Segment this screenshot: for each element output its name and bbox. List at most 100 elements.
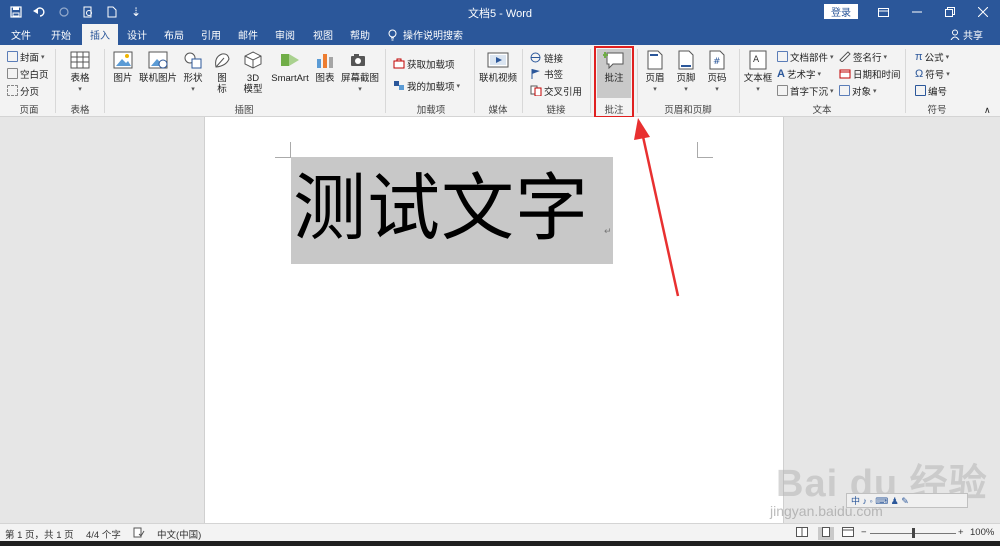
tell-me-label: 操作说明搜索 [403, 31, 463, 42]
shapes-button[interactable]: 形状 ▾ [180, 49, 206, 95]
page-count[interactable]: 第 1 页，共 1 页 [5, 527, 74, 541]
wordart-button[interactable]: A 艺术字 ▾ [777, 66, 821, 81]
dropcap-icon [777, 85, 788, 96]
header-button[interactable]: 页眉 ▾ [641, 49, 669, 95]
picture-button[interactable]: 图片 [109, 49, 137, 84]
svg-text:#: # [713, 57, 721, 67]
header-icon [644, 49, 666, 71]
icons-button[interactable]: 图 标 [211, 49, 233, 95]
blank-page-icon [7, 68, 18, 79]
zoom-out-button[interactable]: − [861, 527, 867, 538]
screenshot-button[interactable]: 屏幕截图 ▾ [340, 49, 380, 95]
paragraph-mark: ↵ [604, 226, 612, 236]
tab-mailings[interactable]: 邮件 [231, 24, 265, 45]
number-button[interactable]: 编号 [915, 83, 947, 98]
zoom-level[interactable]: 100% [970, 527, 994, 538]
page-number-button[interactable]: # 页码 ▾ [703, 49, 731, 95]
print-layout-icon[interactable] [818, 527, 834, 540]
word-count[interactable]: 4/4 个字 [86, 527, 121, 541]
object-button[interactable]: 对象 ▾ [839, 83, 877, 98]
tab-home[interactable]: 开始 [42, 24, 80, 45]
wordart-icon: A [777, 67, 785, 80]
ribbon-divider [905, 49, 906, 113]
restore-icon[interactable] [933, 0, 967, 24]
tab-insert[interactable]: 插入 [82, 24, 118, 45]
language-indicator[interactable]: 中文(中国) [157, 527, 201, 541]
close-icon[interactable] [966, 0, 1000, 24]
link-icon [530, 52, 541, 63]
table-icon [69, 49, 91, 71]
get-addins-button[interactable]: 获取加载项 [393, 56, 455, 71]
my-addins-button[interactable]: 我的加载项 ▾ [393, 78, 460, 93]
svg-text:A: A [753, 55, 760, 65]
tab-review[interactable]: 审阅 [268, 24, 302, 45]
online-video-button[interactable]: 联机视频 [478, 49, 518, 84]
store-icon [393, 58, 405, 69]
video-icon [487, 49, 509, 71]
chart-button[interactable]: 图表 [314, 49, 336, 84]
textbox-button[interactable]: A 文本框 ▾ [742, 49, 774, 95]
equation-button[interactable]: π 公式 ▾ [915, 49, 949, 64]
group-label-symbols: 符号 [927, 105, 947, 116]
tab-design[interactable]: 设计 [120, 24, 154, 45]
shapes-icon [182, 49, 204, 71]
tab-help[interactable]: 帮助 [343, 24, 377, 45]
collapse-ribbon-icon[interactable]: ∧ [984, 103, 991, 118]
date-time-button[interactable]: 日期和时间 [839, 66, 901, 81]
smartart-icon [279, 49, 301, 71]
number-icon [915, 85, 926, 96]
annotation-arrow [634, 118, 680, 297]
textbox-icon: A [747, 49, 769, 71]
group-label-text: 文本 [812, 105, 832, 116]
tab-layout[interactable]: 布局 [157, 24, 191, 45]
ribbon-divider [522, 49, 523, 113]
cover-page-button[interactable]: 封面 ▾ [7, 49, 45, 64]
ribbon-divider [739, 49, 740, 113]
read-mode-icon[interactable] [796, 527, 808, 540]
document-body-text[interactable]: 测试文字 [293, 164, 589, 254]
person-icon [950, 29, 960, 40]
cross-reference-icon [530, 85, 542, 96]
page-break-button[interactable]: 分页 [7, 83, 39, 98]
proofing-icon[interactable] [133, 527, 145, 541]
tab-view[interactable]: 视图 [306, 24, 340, 45]
blank-page-button[interactable]: 空白页 [7, 66, 49, 81]
chart-icon [314, 49, 336, 71]
footer-button[interactable]: 页脚 ▾ [672, 49, 700, 95]
tab-file[interactable]: 文件 [2, 24, 40, 45]
link-button[interactable]: 链接 [530, 50, 563, 65]
bookmark-button[interactable]: 书签 [530, 66, 563, 81]
ribbon-divider [474, 49, 475, 113]
group-label-illustrations: 插图 [234, 105, 254, 116]
tell-me-search[interactable]: 操作说明搜索 [388, 27, 463, 42]
zoom-in-button[interactable]: + [958, 527, 964, 538]
ribbon-divider [590, 49, 591, 113]
login-button[interactable]: 登录 [824, 4, 858, 19]
group-label-links: 链接 [546, 105, 566, 116]
ribbon-divider [104, 49, 105, 113]
group-label-media: 媒体 [488, 105, 508, 116]
footer-icon [675, 49, 697, 71]
pi-icon: π [915, 50, 923, 63]
ribbon-divider [55, 49, 56, 113]
signature-line-button[interactable]: 签名行 ▾ [839, 49, 887, 64]
web-layout-icon[interactable] [842, 527, 854, 540]
zoom-slider-thumb[interactable] [912, 528, 915, 538]
online-picture-button[interactable]: 联机图片 [139, 49, 177, 84]
addins-icon [394, 81, 404, 90]
ribbon-divider [385, 49, 386, 113]
watermark-url: jingyan.baidu.com [770, 503, 883, 519]
minimize-icon[interactable] [900, 0, 934, 24]
cross-reference-button[interactable]: 交叉引用 [530, 83, 582, 98]
quick-parts-button[interactable]: 文档部件 ▾ [777, 49, 834, 64]
smartart-button[interactable]: SmartArt [270, 49, 310, 84]
dropcap-button[interactable]: 首字下沉 ▾ [777, 83, 834, 98]
share-button[interactable]: 共享 [950, 27, 983, 42]
tab-references[interactable]: 引用 [194, 24, 228, 45]
camera-icon [349, 49, 371, 71]
margin-corner-top-left [275, 142, 291, 158]
table-button[interactable]: 表格 ▾ [64, 49, 96, 95]
ribbon-display-options-icon[interactable] [866, 0, 900, 24]
3d-models-button[interactable]: 3D 模型 [240, 49, 266, 95]
symbol-button[interactable]: Ω 符号 ▾ [915, 66, 950, 81]
